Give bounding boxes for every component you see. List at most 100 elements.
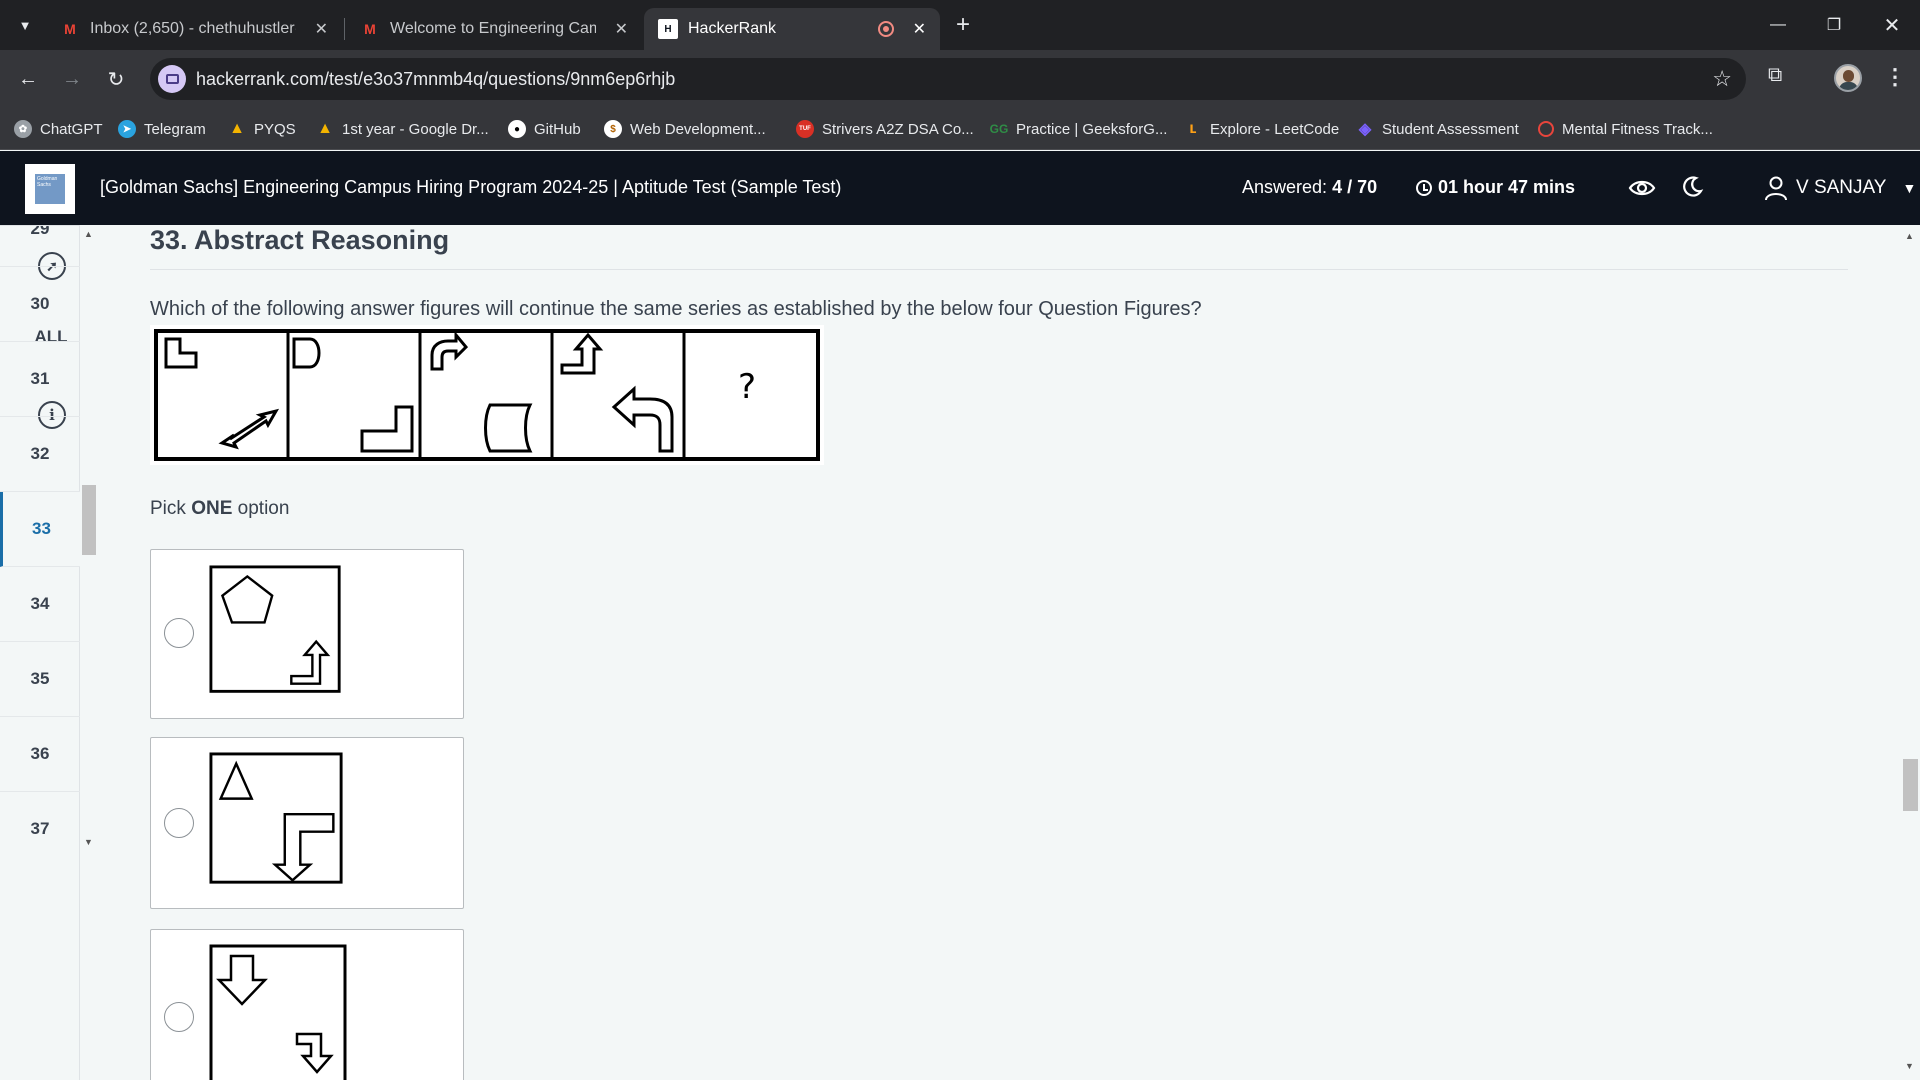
- google-drive-icon: ▲: [317, 120, 333, 137]
- question-figures-image: [154, 329, 820, 461]
- question-nav-31[interactable]: 31: [0, 342, 80, 417]
- question-nav-37[interactable]: 37: [0, 792, 80, 855]
- bookmark-strivers[interactable]: TUF Strivers A2Z DSA Co...: [796, 117, 974, 141]
- bookmark-chatgpt[interactable]: ✿ ChatGPT: [14, 117, 103, 141]
- close-tab-icon[interactable]: ✕: [315, 19, 328, 39]
- answered-label: Answered:: [1242, 177, 1328, 197]
- address-bar[interactable]: hackerrank.com/test/e3o37mnmb4q/question…: [150, 58, 1746, 100]
- option-radio[interactable]: [164, 808, 194, 838]
- question-number-list: 29 30 31 32 33 34 35 36 37: [0, 225, 80, 855]
- bookmark-leetcode[interactable]: ʟ Explore - LeetCode: [1184, 117, 1339, 141]
- bookmark-web-development[interactable]: $ Web Development...: [604, 117, 766, 141]
- question-nav-32[interactable]: 32: [0, 417, 80, 492]
- test-title: [Goldman Sachs] Engineering Campus Hirin…: [100, 177, 842, 197]
- github-icon: ●: [508, 120, 526, 138]
- question-nav-30[interactable]: 30: [0, 267, 80, 342]
- bookmark-label: GitHub: [534, 120, 581, 138]
- pick-prefix: Pick: [150, 498, 186, 519]
- bookmark-student-assessment[interactable]: ◈ Student Assessment: [1356, 117, 1519, 141]
- question-list-scrollbar[interactable]: ▲ ▼: [80, 225, 98, 855]
- question-nav-36[interactable]: 36: [0, 717, 80, 792]
- url-text[interactable]: hackerrank.com/test/e3o37mnmb4q/question…: [196, 69, 675, 90]
- telegram-icon: ➤: [118, 120, 136, 138]
- user-menu[interactable]: V SANJAY ▼: [1764, 175, 1916, 201]
- scroll-up-arrow-icon[interactable]: ▲: [84, 229, 93, 239]
- scroll-up-arrow-icon[interactable]: ▲: [1905, 231, 1914, 241]
- timer: 01 hour 47 mins: [1416, 177, 1575, 198]
- google-drive-icon: ▲: [229, 120, 245, 137]
- tab-inbox[interactable]: M Inbox (2,650) - chethuhustler@ ✕: [46, 8, 342, 50]
- goldman-sachs-logo: Goldman Sachs: [25, 164, 75, 214]
- question-panel: 33. Abstract Reasoning Which of the foll…: [100, 225, 1900, 1080]
- option-radio[interactable]: [164, 618, 194, 648]
- tab-search-chevron-icon[interactable]: ▼: [10, 10, 40, 40]
- dark-mode-moon-icon[interactable]: [1680, 175, 1704, 199]
- bookmark-star-icon[interactable]: ☆: [1712, 66, 1732, 92]
- scrollbar-thumb[interactable]: [1903, 759, 1918, 811]
- bookmark-label: Practice | GeeksforG...: [1016, 120, 1168, 138]
- new-tab-plus-icon[interactable]: +: [948, 10, 978, 40]
- leetcode-icon: ʟ: [1189, 120, 1197, 137]
- option-1[interactable]: [150, 549, 464, 719]
- bookmark-label: PYQS: [254, 120, 296, 138]
- tab-title: HackerRank: [688, 20, 777, 37]
- option-2-figure: [209, 752, 343, 884]
- profile-avatar[interactable]: [1834, 64, 1862, 92]
- bookmark-label: Telegram: [144, 120, 206, 138]
- option-1-figure: [209, 565, 341, 693]
- divider: [150, 269, 1848, 270]
- site-info-icon[interactable]: [158, 65, 186, 93]
- forward-arrow-icon[interactable]: →: [56, 63, 88, 95]
- bookmark-pyqs[interactable]: ▲ PYQS: [228, 117, 296, 141]
- page-scrollbar[interactable]: ▲ ▼: [1900, 225, 1920, 1080]
- browser-menu-icon[interactable]: ⋮: [1884, 64, 1906, 90]
- question-title: 33. Abstract Reasoning: [150, 225, 450, 255]
- timer-text: 01 hour 47 mins: [1438, 177, 1576, 197]
- tab-title: Inbox (2,650) - chethuhustler@: [90, 20, 296, 37]
- tuf-icon: TUF: [796, 120, 814, 138]
- answered-value: 4 / 70: [1332, 177, 1378, 197]
- option-3[interactable]: [150, 929, 464, 1080]
- close-tab-icon[interactable]: ✕: [913, 19, 926, 39]
- geeksforgeeks-icon: GG: [989, 122, 1009, 136]
- close-window-icon[interactable]: ✕: [1872, 10, 1912, 40]
- scrollbar-thumb[interactable]: [82, 485, 96, 555]
- restore-icon[interactable]: ❐: [1814, 10, 1854, 40]
- option-radio[interactable]: [164, 1002, 194, 1032]
- question-nav-35[interactable]: 35: [0, 642, 80, 717]
- bookmark-google-drive[interactable]: ▲ 1st year - Google Dr...: [316, 117, 489, 141]
- assessment-icon: ◈: [1358, 121, 1372, 138]
- close-tab-icon[interactable]: ✕: [615, 19, 628, 39]
- tab-welcome[interactable]: M Welcome to Engineering Camp ✕: [346, 8, 642, 50]
- chevron-down-icon: ▼: [1902, 180, 1917, 196]
- chatgpt-icon: ✿: [14, 120, 32, 138]
- question-nav-34[interactable]: 34: [0, 567, 80, 642]
- question-text: Which of the following answer figures wi…: [150, 298, 1202, 320]
- question-nav-29[interactable]: 29: [0, 226, 80, 267]
- tab-title: Welcome to Engineering Camp: [390, 20, 596, 37]
- eye-icon[interactable]: [1628, 177, 1656, 199]
- bookmark-label: 1st year - Google Dr...: [342, 120, 489, 138]
- recording-icon: [878, 21, 894, 37]
- pick-count: ONE: [191, 498, 233, 519]
- bookmark-mental-fitness[interactable]: Mental Fitness Track...: [1538, 117, 1713, 141]
- option-2[interactable]: [150, 737, 464, 909]
- tab-hackerrank[interactable]: H HackerRank ✕: [644, 8, 940, 50]
- extensions-puzzle-icon[interactable]: ⧉: [1768, 64, 1794, 90]
- scroll-down-arrow-icon[interactable]: ▼: [84, 837, 93, 847]
- minimize-icon[interactable]: —: [1758, 10, 1798, 40]
- question-nav-33[interactable]: 33: [0, 492, 80, 567]
- bookmarks-bar: ✿ ChatGPT ➤ Telegram ▲ PYQS ▲ 1st year - Goo…: [0, 108, 1920, 150]
- bookmark-geeksforgeeks[interactable]: GG Practice | GeeksforG...: [989, 117, 1168, 141]
- pick-instruction: Pick ONE option: [150, 498, 289, 520]
- bookmark-github[interactable]: ● GitHub: [508, 117, 581, 141]
- bookmark-label: Student Assessment: [1382, 120, 1519, 138]
- scroll-down-arrow-icon[interactable]: ▼: [1905, 1061, 1914, 1071]
- back-arrow-icon[interactable]: ←: [12, 63, 44, 95]
- bookmark-label: Mental Fitness Track...: [1562, 120, 1713, 138]
- tab-separator: [344, 18, 345, 40]
- reload-icon[interactable]: ↻: [100, 63, 132, 95]
- clock-icon: [1416, 179, 1432, 196]
- bookmark-telegram[interactable]: ➤ Telegram: [118, 117, 206, 141]
- user-name: V SANJAY: [1796, 177, 1887, 198]
